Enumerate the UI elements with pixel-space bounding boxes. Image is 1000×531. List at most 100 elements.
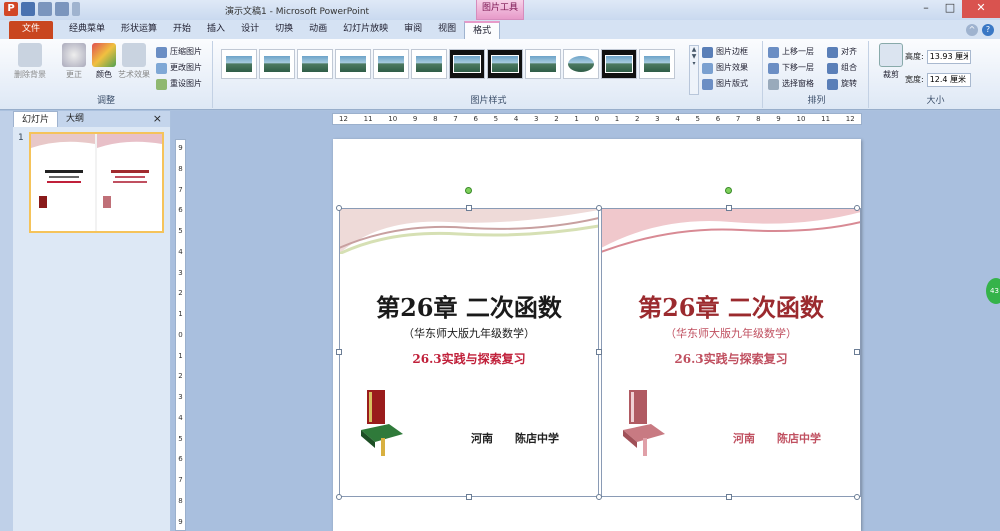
help-icon[interactable]: ? (982, 24, 994, 36)
width-input[interactable] (926, 72, 971, 87)
collapse-ribbon-icon[interactable]: ^ (966, 24, 978, 36)
group-arrange: 上移一层 下移一层 选择窗格 对齐 组合 旋转 排列 (765, 41, 869, 108)
ruler-tick-label: 8 (433, 115, 438, 123)
ruler-tick-label: 3 (178, 393, 183, 402)
minimize-icon[interactable]: – (914, 0, 938, 18)
resize-handle[interactable] (726, 494, 732, 500)
undo-icon[interactable] (38, 2, 52, 16)
picture-style-9[interactable] (525, 49, 561, 79)
art-effects-button[interactable]: 艺术效果 (116, 43, 152, 80)
tab-home[interactable]: 开始 (165, 21, 199, 39)
picture-border-button[interactable]: 图片边框 (702, 45, 748, 59)
powerpoint-logo-icon[interactable]: P (4, 2, 18, 16)
picture-style-10[interactable] (563, 49, 599, 79)
redo-icon[interactable] (55, 2, 69, 16)
change-picture-button[interactable]: 更改图片 (156, 61, 202, 75)
maximize-icon[interactable]: □ (938, 0, 962, 18)
remove-background-label: 删除背景 (14, 70, 46, 79)
resize-handle[interactable] (336, 349, 342, 355)
resize-handle[interactable] (854, 494, 860, 500)
resize-handle[interactable] (854, 349, 860, 355)
help-area: ^ ? (966, 21, 994, 39)
panel-tabs: 幻灯片 大纲 × (13, 111, 170, 127)
height-input[interactable] (926, 49, 971, 64)
right-rotate-handle[interactable] (725, 187, 732, 194)
resize-handle[interactable] (466, 494, 472, 500)
group-objects-button[interactable]: 组合 (827, 61, 857, 75)
resize-handle[interactable] (854, 205, 860, 211)
ruler-tick-label: 0 (178, 330, 183, 339)
compress-pictures-button[interactable]: 压缩图片 (156, 45, 202, 59)
reset-picture-label: 重设图片 (170, 79, 202, 88)
selection-pane-label: 选择窗格 (782, 79, 814, 88)
send-backward-button[interactable]: 下移一层 (768, 61, 814, 75)
crop-button[interactable]: 裁剪 (873, 43, 909, 80)
floating-badge[interactable]: 43 (986, 278, 1000, 304)
customize-qat-icon[interactable] (72, 2, 80, 16)
color-icon (92, 43, 116, 67)
left-strip (0, 111, 13, 531)
picture-style-12[interactable] (639, 49, 675, 79)
picture-style-5[interactable] (373, 49, 409, 79)
tab-slides[interactable]: 幻灯片 (13, 111, 59, 127)
reset-picture-icon (156, 78, 167, 90)
save-icon[interactable] (21, 2, 35, 16)
picture-style-7[interactable] (449, 49, 485, 79)
ruler-tick-label: 8 (756, 115, 761, 123)
resize-handle[interactable] (596, 494, 602, 500)
close-icon[interactable]: ✕ (962, 0, 1000, 18)
remove-background-button[interactable]: 删除背景 (12, 43, 48, 80)
picture-layout-button[interactable]: 图片版式 (702, 77, 748, 91)
resize-handle[interactable] (466, 205, 472, 211)
rotate-button[interactable]: 旋转 (827, 77, 857, 91)
ruler-tick-label: 11 (821, 115, 831, 123)
tab-format[interactable]: 格式 (464, 21, 501, 39)
resize-handle[interactable] (726, 205, 732, 211)
slide-number: 1 (18, 133, 24, 143)
group-icon (827, 62, 838, 74)
group-size-label: 大小 (926, 96, 945, 106)
panel-close-icon[interactable]: × (145, 111, 170, 127)
tab-file[interactable]: 文件 (9, 21, 53, 39)
tab-outline[interactable]: 大纲 (58, 111, 92, 127)
picture-style-1[interactable] (221, 49, 257, 79)
picture-style-6[interactable] (411, 49, 447, 79)
tab-animations[interactable]: 动画 (301, 21, 335, 39)
send-backward-icon (768, 62, 779, 74)
tab-classic-menu[interactable]: 经典菜单 (61, 21, 113, 39)
picture-style-11[interactable] (601, 49, 637, 79)
slide-canvas[interactable]: 第26章 二次函数 （华东师大版九年级数学） 26.3实践与探索复习 河南 陈店… (333, 139, 861, 531)
resize-handle[interactable] (336, 205, 342, 211)
ruler-tick-label: 10 (388, 115, 398, 123)
resize-handle[interactable] (596, 205, 602, 211)
picture-style-2[interactable] (259, 49, 295, 79)
reset-picture-button[interactable]: 重设图片 (156, 77, 202, 91)
picture-style-8[interactable] (487, 49, 523, 79)
picture-effects-icon (702, 62, 713, 74)
ruler-tick-label: 8 (178, 497, 183, 506)
bring-forward-button[interactable]: 上移一层 (768, 45, 814, 59)
slide-thumbnail[interactable] (29, 132, 164, 233)
group-adjust: 删除背景 更正 颜色 艺术效果 压缩图片 更改图片 重设图片 调整 (0, 41, 213, 108)
window-controls: – □ ✕ (914, 0, 1000, 18)
picture-style-4[interactable] (335, 49, 371, 79)
tab-view[interactable]: 视图 (430, 21, 464, 39)
align-button[interactable]: 对齐 (827, 45, 857, 59)
resize-handle[interactable] (596, 349, 602, 355)
resize-handle[interactable] (336, 494, 342, 500)
tab-insert[interactable]: 插入 (199, 21, 233, 39)
tab-slideshow[interactable]: 幻灯片放映 (335, 21, 396, 39)
selection-pane-button[interactable]: 选择窗格 (768, 77, 814, 91)
tab-review[interactable]: 审阅 (396, 21, 430, 39)
picture-style-3[interactable] (297, 49, 333, 79)
tab-shape-ops[interactable]: 形状运算 (113, 21, 165, 39)
crop-label: 裁剪 (883, 70, 899, 79)
tab-design[interactable]: 设计 (233, 21, 267, 39)
gallery-scroll[interactable]: ▲ ▼ ▾ (689, 45, 699, 95)
ruler-tick-label: 7 (178, 185, 183, 194)
ribbon-tabs: 文件 经典菜单 形状运算 开始 插入 设计 切换 动画 幻灯片放映 审阅 视图 … (0, 20, 1000, 39)
send-backward-label: 下移一层 (782, 63, 814, 72)
left-rotate-handle[interactable] (465, 187, 472, 194)
tab-transitions[interactable]: 切换 (267, 21, 301, 39)
picture-effects-button[interactable]: 图片效果 (702, 61, 748, 75)
